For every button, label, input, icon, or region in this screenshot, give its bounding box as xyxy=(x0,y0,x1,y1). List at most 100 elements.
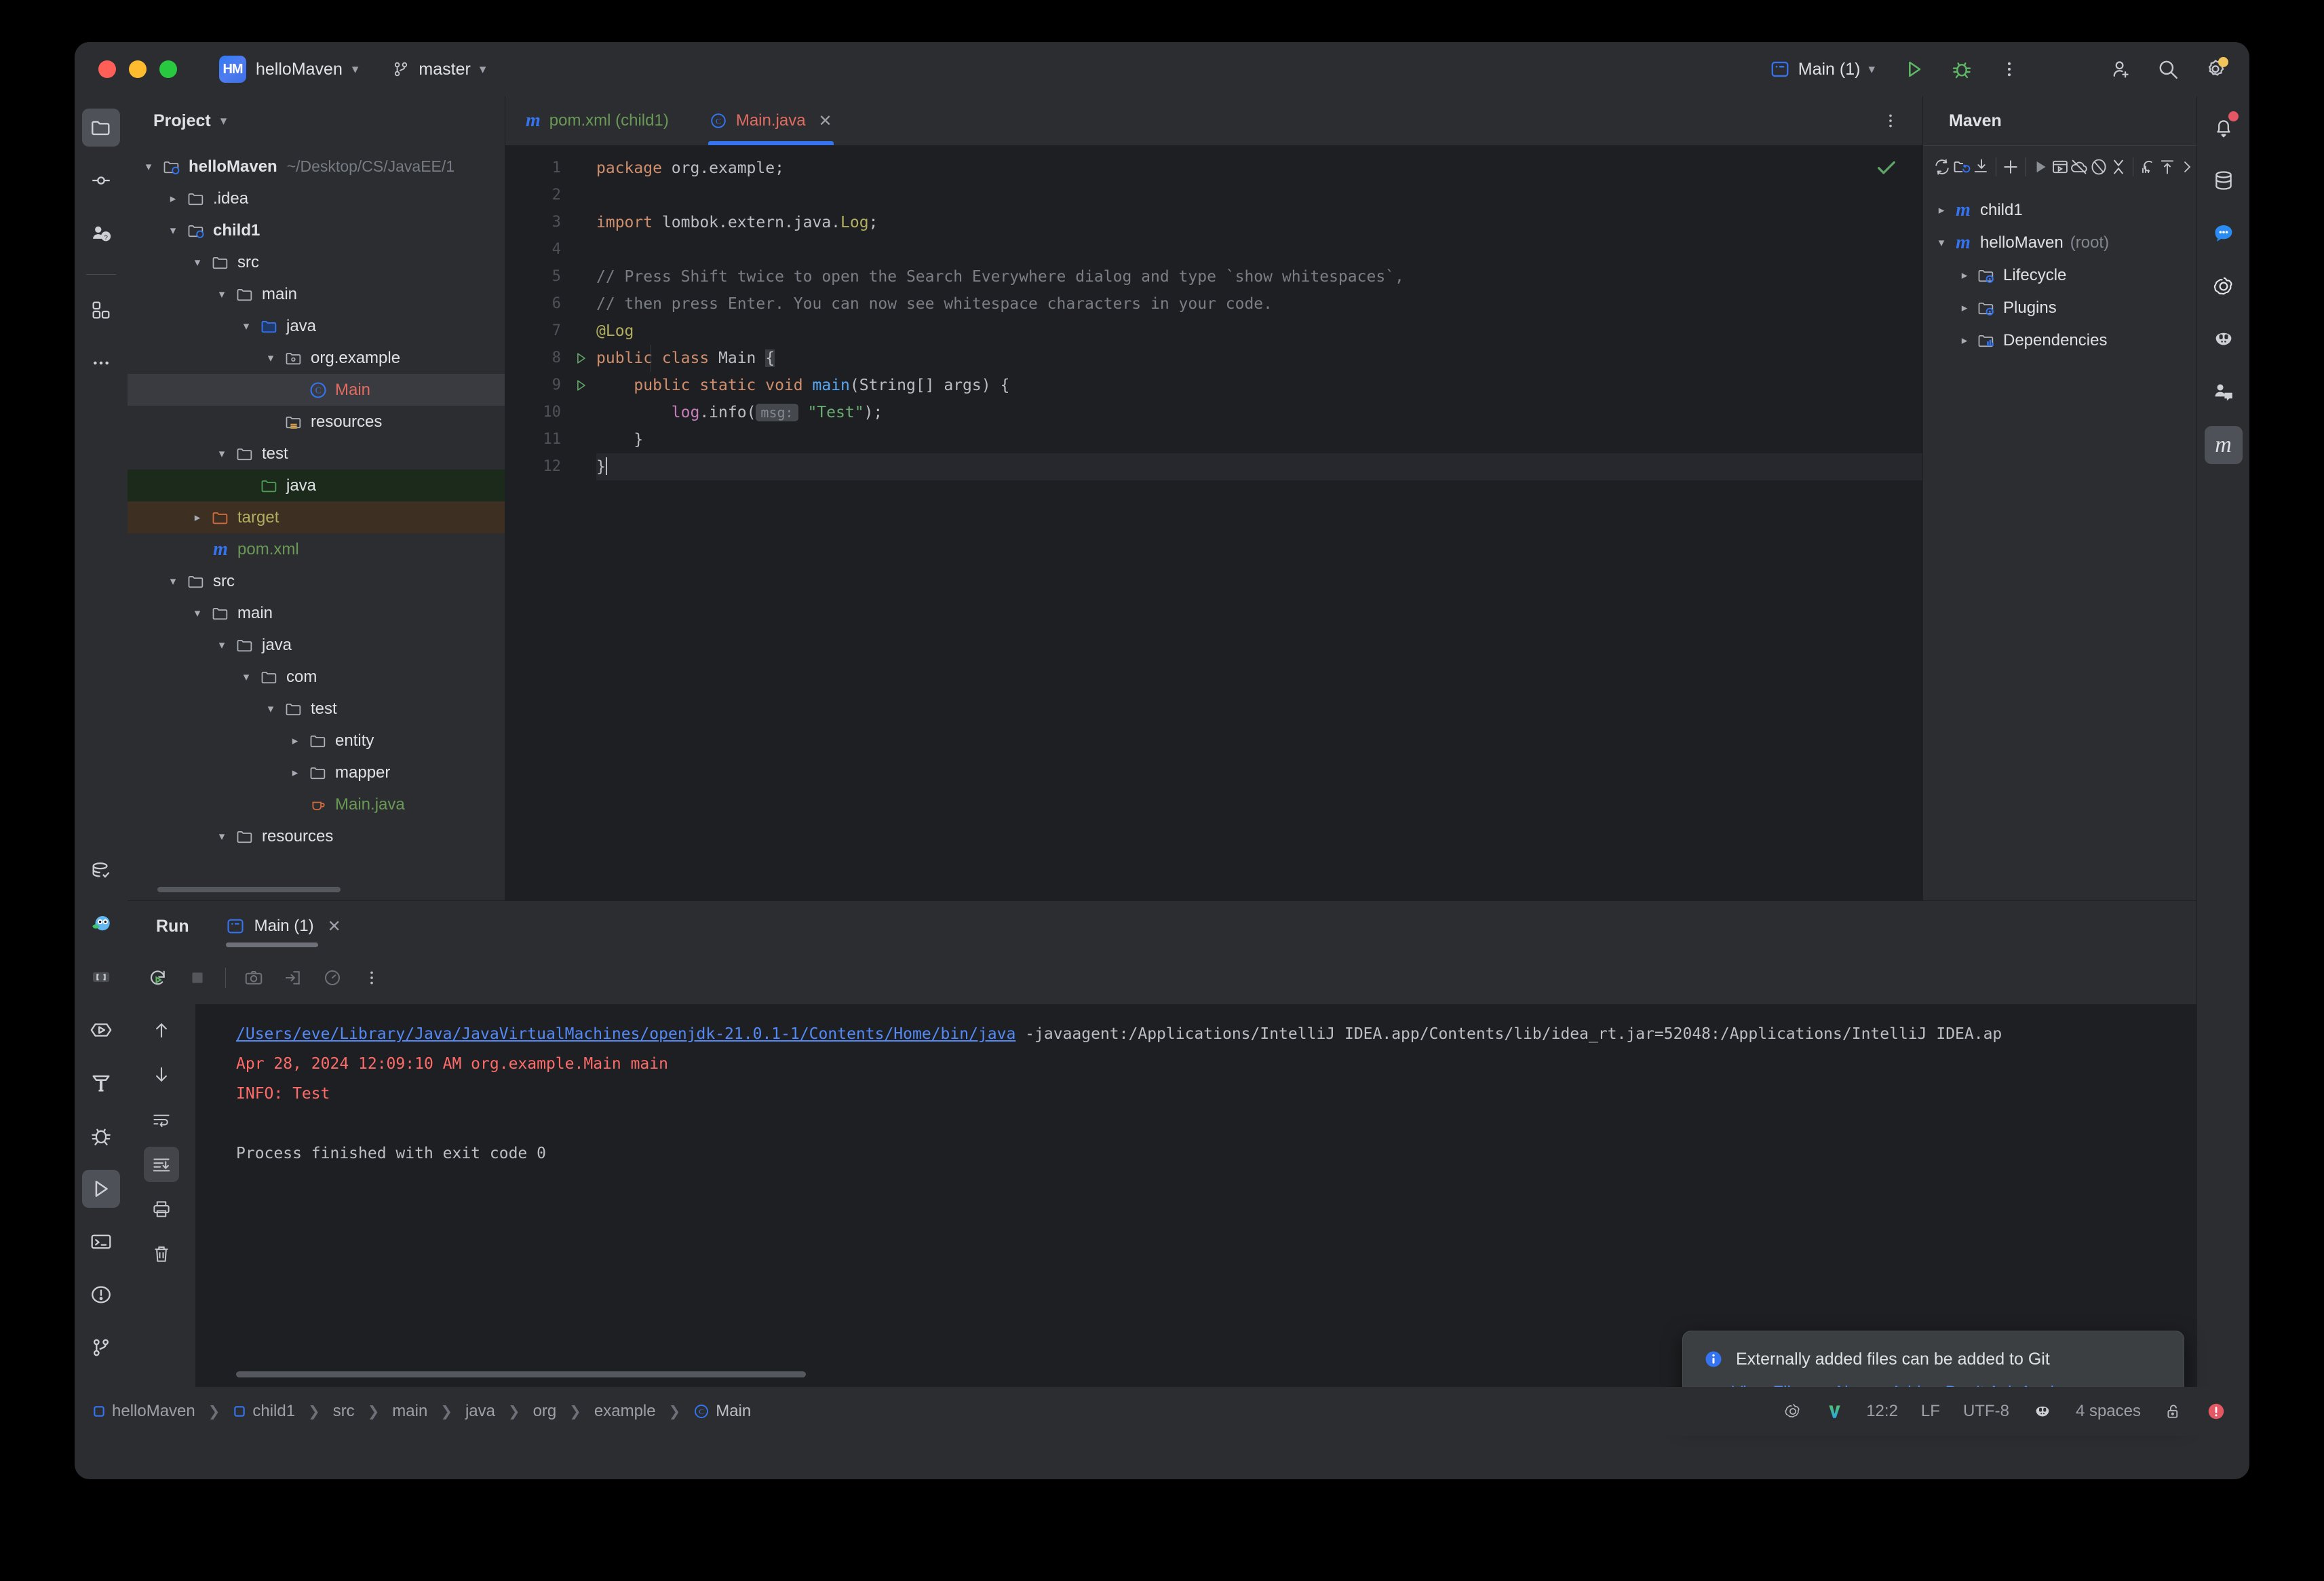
chevron-right-icon[interactable]: ▸ xyxy=(1933,204,1950,217)
reload-all-button[interactable] xyxy=(1933,153,1952,181)
clear-all-button[interactable] xyxy=(144,1236,179,1272)
project-tree-item[interactable]: ▾ com xyxy=(128,661,505,693)
chevron-right-icon[interactable]: ▸ xyxy=(164,192,182,206)
codeium-status-icon[interactable] xyxy=(2032,1401,2053,1422)
sidebar-item-commit[interactable] xyxy=(82,161,120,199)
code-line[interactable]: // then press Enter. You can now see whi… xyxy=(596,290,1922,318)
chevron-right-icon[interactable]: ▸ xyxy=(1956,269,1973,282)
debug-button[interactable] xyxy=(1947,54,1977,84)
console-horizontal-scrollbar[interactable] xyxy=(236,1371,806,1377)
chevron-down-icon[interactable]: ▾ xyxy=(164,575,182,588)
run-tab-main[interactable]: Main (1) ✕ xyxy=(225,901,341,951)
project-tree-item[interactable]: ▾ java xyxy=(128,629,505,661)
breadcrumb-item[interactable]: main xyxy=(392,1402,427,1421)
close-icon[interactable]: ✕ xyxy=(328,917,341,936)
breadcrumb[interactable]: helloMaven ❯ child1 ❯ src ❯ main ❯ java ❯ org ❯ exam… xyxy=(92,1402,751,1421)
code-line[interactable]: @Log xyxy=(596,318,1922,345)
inspection-status-widget[interactable] xyxy=(1875,156,1898,179)
stop-button[interactable] xyxy=(180,961,214,995)
collapse-all-button[interactable] xyxy=(2108,153,2128,181)
add-maven-project-button[interactable] xyxy=(1952,153,1972,181)
chevron-down-icon[interactable]: ▾ xyxy=(220,115,227,128)
window-controls[interactable] xyxy=(98,60,177,78)
code-line[interactable]: log.info(msg: "Test"); xyxy=(596,399,1922,426)
chevron-right-icon[interactable]: ▸ xyxy=(286,766,304,780)
line-separator-label[interactable]: LF xyxy=(1921,1402,1940,1421)
code-editor[interactable]: 1 2 3 4 5 6 7 8 9 10 11 12 package org.example; imp… xyxy=(505,145,1922,900)
project-horizontal-scrollbar[interactable] xyxy=(157,887,341,892)
code-line[interactable]: // Press Shift twice to open the Search … xyxy=(596,263,1922,290)
run-line-marker[interactable] xyxy=(573,372,596,399)
editor-tab-main-java[interactable]: C Main.java ✕ xyxy=(689,96,853,145)
codeium-v-status-icon[interactable] xyxy=(1825,1401,1843,1422)
chevron-down-icon[interactable]: ▾ xyxy=(140,160,157,174)
sidebar-item-project[interactable] xyxy=(82,109,120,147)
branch-selector[interactable]: master ▾ xyxy=(392,60,486,79)
download-sources-button[interactable] xyxy=(1972,153,1992,181)
caret-position-label[interactable]: 12:2 xyxy=(1866,1402,1898,1421)
chevron-down-icon[interactable]: ▾ xyxy=(213,288,231,301)
project-selector[interactable]: HM helloMaven ▾ xyxy=(219,56,358,83)
maven-tree-item[interactable]: ▾ m helloMaven (root) xyxy=(1923,227,2196,259)
code-line[interactable]: import lombok.extern.java.Log; xyxy=(596,209,1922,236)
run-line-marker[interactable] xyxy=(573,345,596,372)
sidebar-item-problems[interactable] xyxy=(82,1276,120,1314)
maven-tree-item[interactable]: ▸ m child1 xyxy=(1923,194,2196,227)
maven-tree-item[interactable]: ▸ Lifecycle xyxy=(1923,259,2196,292)
readonly-toggle[interactable] xyxy=(2164,1402,2183,1421)
breadcrumb-item[interactable]: org xyxy=(533,1402,557,1421)
code-line[interactable]: package org.example; xyxy=(596,155,1922,182)
maximize-window-button[interactable] xyxy=(159,60,177,78)
scroll-down-button[interactable] xyxy=(144,1057,179,1092)
project-tree-item[interactable]: ▾ main xyxy=(128,597,505,629)
add-goal-button[interactable] xyxy=(2001,153,2021,181)
toolbar-overflow-button[interactable] xyxy=(2177,153,2196,181)
chevron-down-icon[interactable]: ▾ xyxy=(1933,236,1950,250)
code-line[interactable] xyxy=(596,236,1922,263)
print-button[interactable] xyxy=(144,1192,179,1227)
chevron-down-icon[interactable]: ▾ xyxy=(189,607,206,620)
sidebar-item-debug[interactable] xyxy=(82,1117,120,1155)
minimize-window-button[interactable] xyxy=(129,60,147,78)
project-tree-item[interactable]: ▸ mapper xyxy=(128,757,505,788)
chevron-down-icon[interactable]: ▾ xyxy=(164,224,182,237)
more-options-button[interactable] xyxy=(1994,54,2024,84)
settings-button[interactable] xyxy=(2201,54,2230,84)
search-everywhere-button[interactable] xyxy=(2153,54,2183,84)
ai-assistant-status-icon[interactable] xyxy=(1783,1402,1802,1421)
breadcrumb-item[interactable]: example xyxy=(594,1402,656,1421)
project-tree-item[interactable]: ▾ java xyxy=(128,310,505,342)
export-button[interactable] xyxy=(276,961,310,995)
project-tree-item[interactable]: ▾ helloMaven ~/Desktop/CS/JavaEE/1 xyxy=(128,151,505,183)
project-tree[interactable]: ▾ helloMaven ~/Desktop/CS/JavaEE/1 ▸ .idea ▾ c… xyxy=(128,145,505,900)
scroll-to-end-button[interactable] xyxy=(144,1147,179,1182)
encoding-label[interactable]: UTF-8 xyxy=(1963,1402,2009,1421)
editor-tab-pom-xml[interactable]: m pom.xml (child1) xyxy=(505,96,689,145)
maven-tree-item[interactable]: ▸ Plugins xyxy=(1923,292,2196,324)
chevron-down-icon[interactable]: ▾ xyxy=(189,256,206,269)
sidebar-item-git[interactable] xyxy=(82,1329,120,1367)
project-tree-item[interactable]: ▾ src xyxy=(128,565,505,597)
project-tree-item[interactable]: ▾ test xyxy=(128,438,505,470)
run-configuration-selector[interactable]: Main (1) ▾ xyxy=(1763,56,1882,83)
run-more-options-button[interactable] xyxy=(355,961,389,995)
sidebar-item-more[interactable] xyxy=(82,344,120,382)
sidebar-item-endpoints[interactable] xyxy=(82,1011,120,1049)
project-tree-item[interactable]: ▸CMain xyxy=(128,374,505,406)
screenshot-button[interactable] xyxy=(237,961,271,995)
sidebar-item-maven[interactable]: m xyxy=(2204,426,2243,464)
editor-options-button[interactable] xyxy=(1882,96,1899,145)
sidebar-item-build[interactable] xyxy=(82,1064,120,1102)
sidebar-item-messages[interactable] xyxy=(2205,214,2243,252)
chevron-down-icon[interactable]: ▾ xyxy=(213,447,231,461)
project-tree-item[interactable]: ▸java xyxy=(128,470,505,501)
project-tree-item[interactable]: ▾ org.example xyxy=(128,342,505,374)
sidebar-item-codeium[interactable] xyxy=(2205,320,2243,358)
indent-label[interactable]: 4 spaces xyxy=(2076,1402,2141,1421)
chevron-down-icon[interactable]: ▾ xyxy=(213,830,231,843)
sidebar-item-ai-assistant[interactable] xyxy=(2205,267,2243,305)
breadcrumb-item[interactable]: child1 xyxy=(233,1402,295,1421)
close-icon[interactable]: ✕ xyxy=(819,111,832,131)
console-link[interactable]: /Users/eve/Library/Java/JavaVirtualMachi… xyxy=(236,1025,1015,1043)
project-panel-header[interactable]: Project ▾ xyxy=(128,96,505,145)
